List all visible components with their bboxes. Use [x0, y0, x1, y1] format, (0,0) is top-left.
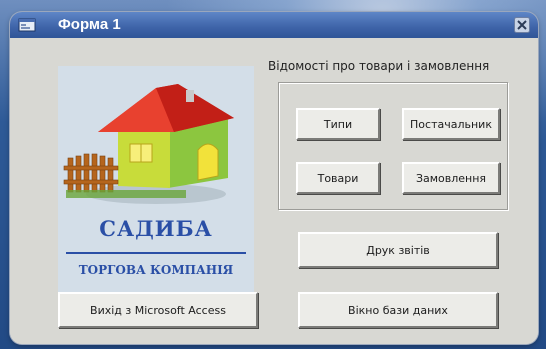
- brand-subtitle: ТОРГОВА КОМПАНІЯ: [78, 263, 234, 277]
- section-label: Відомості про товари і замовлення: [268, 59, 490, 73]
- exit-access-button[interactable]: Вихід з Microsoft Access: [58, 292, 258, 328]
- form-window: Форма 1 САДИБА ТОРГОВА КОМПАНІЯ Відомост…: [10, 12, 538, 344]
- brand-divider: [66, 252, 246, 254]
- print-reports-button[interactable]: Друк звітів: [298, 232, 498, 268]
- brand-name: САДИБА: [99, 216, 213, 241]
- close-icon[interactable]: [514, 17, 530, 33]
- goods-button[interactable]: Товари: [296, 162, 380, 194]
- company-logo: САДИБА ТОРГОВА КОМПАНІЯ: [58, 66, 254, 302]
- form-icon: [18, 18, 36, 32]
- supplier-button[interactable]: Постачальник: [402, 108, 500, 140]
- form-client-area: САДИБА ТОРГОВА КОМПАНІЯ Відомості про то…: [10, 38, 538, 344]
- types-button[interactable]: Типи: [296, 108, 380, 140]
- database-window-button[interactable]: Вікно бази даних: [298, 292, 498, 328]
- title-bar[interactable]: Форма 1: [10, 12, 538, 38]
- window-title: Форма 1: [58, 16, 121, 33]
- orders-button[interactable]: Замовлення: [402, 162, 500, 194]
- house-illustration: [63, 84, 234, 204]
